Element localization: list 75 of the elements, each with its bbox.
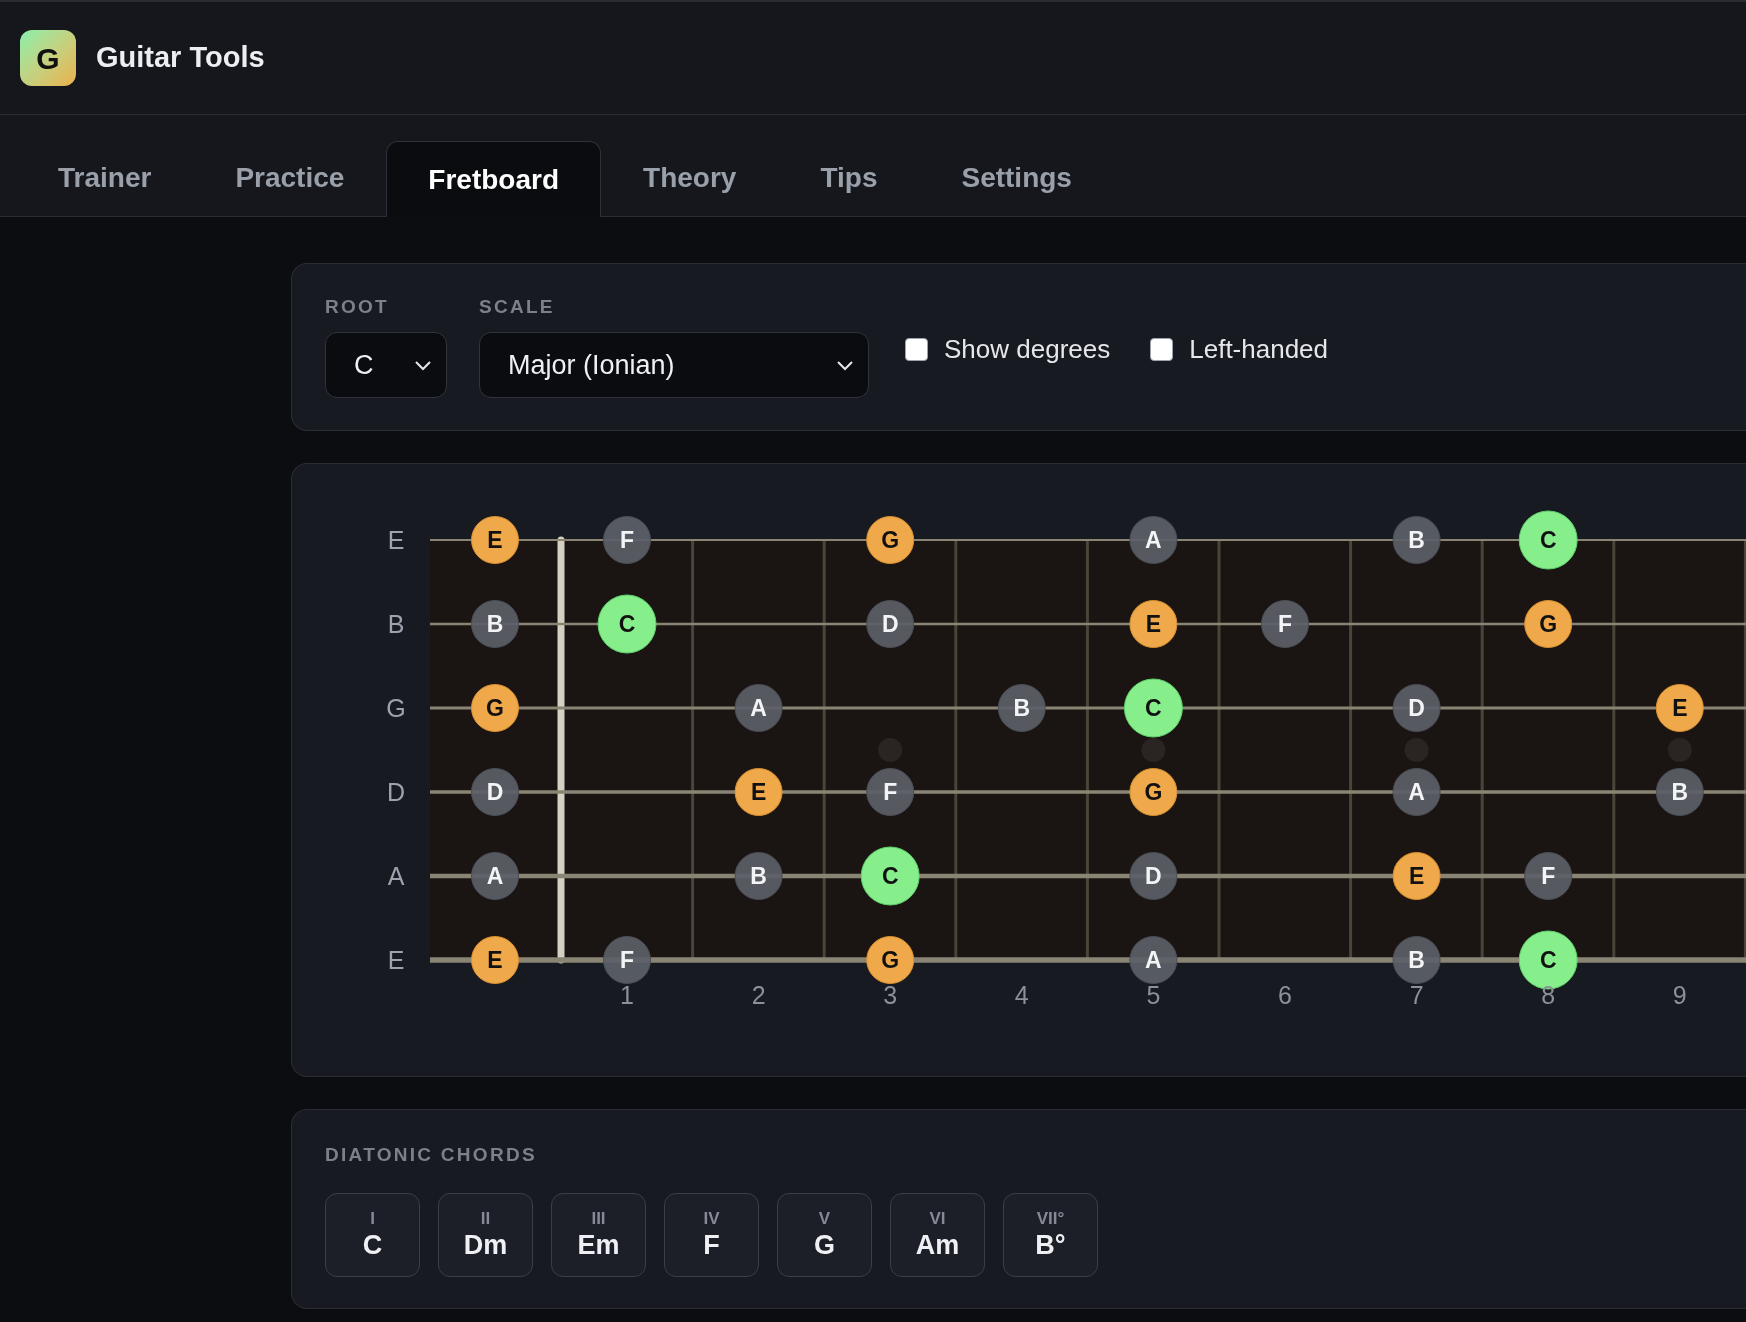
note-marker: G — [471, 684, 519, 732]
note-marker: E — [471, 936, 519, 984]
note-marker: A — [1129, 516, 1178, 564]
fret-number: 1 — [620, 981, 634, 1009]
field-label: ROOT — [325, 296, 390, 318]
chord-button[interactable]: IV F — [664, 1193, 759, 1277]
chord-button[interactable]: II Dm — [438, 1193, 533, 1277]
tab[interactable]: Settings — [919, 140, 1114, 216]
tab[interactable]: Tips — [778, 140, 920, 216]
fret-number: 9 — [1672, 981, 1687, 1009]
string-label: G — [386, 694, 406, 722]
root-note-marker: C — [1123, 678, 1183, 738]
note-marker: G — [1129, 768, 1178, 816]
checkbox-label: Left-handed — [1189, 333, 1329, 366]
note-marker: E — [1655, 684, 1704, 732]
string-label: E — [387, 946, 405, 974]
section-title: DIATONIC CHORDS — [325, 1144, 538, 1166]
checkbox-label: Show degrees — [944, 333, 1111, 366]
note-marker: A — [1392, 768, 1441, 816]
tab[interactable]: Practice — [193, 140, 387, 216]
string-label: E — [387, 526, 405, 554]
string-label: D — [386, 778, 406, 806]
chord-button[interactable]: I C — [325, 1193, 420, 1277]
note-marker: G — [866, 936, 915, 984]
chord-button[interactable]: V G — [777, 1193, 872, 1277]
note-marker: B — [734, 852, 783, 900]
checkbox[interactable] — [1150, 338, 1174, 361]
root-note-marker: C — [1518, 510, 1578, 570]
fret-number: 6 — [1278, 981, 1292, 1009]
note-marker: B — [471, 600, 519, 648]
note-marker: F — [603, 936, 651, 984]
root-select[interactable]: C — [325, 332, 447, 398]
tab[interactable]: Theory — [601, 140, 779, 216]
note-marker: G — [866, 516, 915, 564]
note-marker: E — [1392, 852, 1441, 900]
checkbox[interactable] — [905, 338, 928, 361]
chord-button[interactable]: VII° B° — [1003, 1193, 1098, 1277]
note-marker: A — [1129, 936, 1178, 984]
fret-number: 5 — [1146, 981, 1161, 1009]
root-note-marker: C — [597, 594, 657, 654]
note-marker: B — [1392, 516, 1441, 564]
string-label: A — [387, 862, 405, 890]
chord-button[interactable]: III Em — [551, 1193, 646, 1277]
note-marker: A — [471, 852, 519, 900]
note-marker: F — [866, 768, 915, 816]
chord-button[interactable]: VI Am — [890, 1193, 985, 1277]
note-marker: E — [471, 516, 519, 564]
chevron-icon — [836, 359, 854, 371]
fret-number: 2 — [751, 981, 766, 1009]
note-marker: A — [734, 684, 783, 732]
note-marker: E — [734, 768, 783, 816]
fret-number: 3 — [883, 981, 898, 1009]
tab[interactable]: Trainer — [16, 140, 194, 216]
field-label: SCALE — [479, 296, 556, 318]
root-note-marker: C — [860, 846, 920, 906]
fret-number: 7 — [1409, 981, 1424, 1009]
note-marker: E — [1129, 600, 1178, 648]
scale-select[interactable]: Major (Ionian) — [479, 332, 869, 398]
app-logo: G — [20, 30, 76, 86]
note-marker: F — [1261, 600, 1309, 648]
note-marker: G — [1524, 600, 1573, 648]
note-marker: D — [866, 600, 915, 648]
fret-number: 4 — [1014, 981, 1029, 1009]
note-marker: B — [997, 684, 1046, 732]
note-marker: D — [1129, 852, 1178, 900]
note-marker: B — [1655, 768, 1704, 816]
note-marker: F — [1524, 852, 1573, 900]
note-marker: D — [471, 768, 519, 816]
tab[interactable]: Fretboard — [386, 141, 602, 217]
note-marker: B — [1392, 936, 1441, 984]
string-label: B — [387, 610, 405, 638]
chevron-icon — [414, 359, 432, 371]
note-marker: D — [1392, 684, 1441, 732]
app-title: Guitar Tools — [96, 40, 265, 76]
note-marker: F — [603, 516, 651, 564]
